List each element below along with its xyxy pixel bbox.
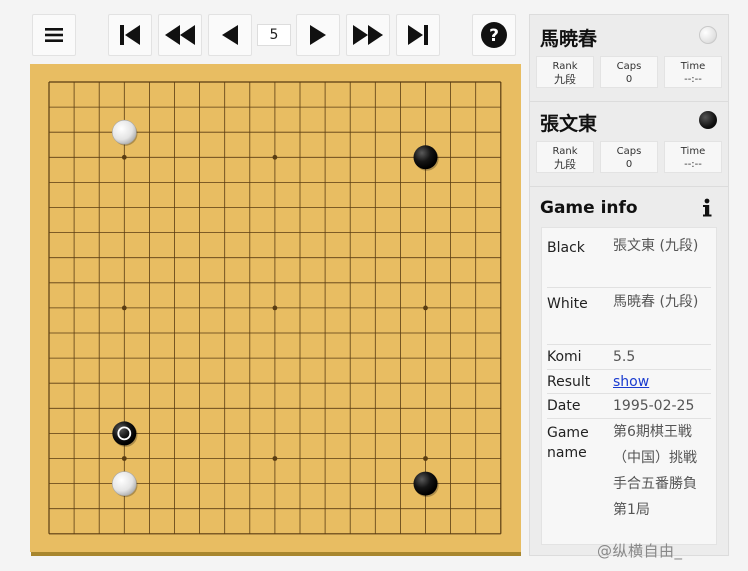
black-caps-value: 0 <box>625 159 633 170</box>
side-panel: 馬暁春 Rank 九段 Caps 0 Time --:-- 張文東 Rank 九… <box>529 14 729 556</box>
white-stone[interactable] <box>112 471 137 496</box>
black-player-name: 張文東 <box>540 113 598 135</box>
black-stone[interactable] <box>112 421 137 446</box>
black-time-box: Time --:-- <box>664 141 722 173</box>
white-rank-box: Rank 九段 <box>536 56 594 88</box>
info-value: 第6期棋王戦（中国）挑戦手合五番勝負第1局 <box>613 424 697 518</box>
black-stone[interactable] <box>413 145 438 170</box>
info-row-white: White 馬暁春 (九段) <box>547 288 711 345</box>
white-player-card: 馬暁春 Rank 九段 Caps 0 Time --:-- <box>530 15 728 102</box>
white-player-name: 馬暁春 <box>540 28 598 50</box>
white-time-box: Time --:-- <box>664 56 722 88</box>
info-row-result: Result show <box>547 370 711 394</box>
info-row-date: Date 1995-02-25 <box>547 394 711 419</box>
info-row-game-name: Game name 第6期棋王戦（中国）挑戦手合五番勝負第1局 <box>547 419 711 529</box>
star-point <box>423 305 428 311</box>
info-value: 馬暁春 (九段) <box>613 294 699 310</box>
info-row-komi: Komi 5.5 <box>547 345 711 370</box>
info-value: 1995-02-25 <box>613 398 695 414</box>
info-value: 5.5 <box>613 349 636 365</box>
caps-label: Caps <box>616 61 642 72</box>
white-stone-icon <box>699 26 717 44</box>
star-point <box>272 154 278 160</box>
white-stone[interactable] <box>112 119 137 145</box>
rank-label: Rank <box>552 146 578 157</box>
black-rank-value: 九段 <box>554 158 576 171</box>
star-point <box>121 154 127 160</box>
info-icon[interactable] <box>700 197 714 219</box>
white-time-value: --:-- <box>684 74 702 85</box>
white-rank-value: 九段 <box>554 73 576 86</box>
info-key: Result <box>547 374 591 390</box>
black-rank-box: Rank 九段 <box>536 141 594 173</box>
star-point <box>272 305 278 311</box>
star-point <box>423 456 428 461</box>
info-value: 張文東 (九段) <box>613 238 699 254</box>
black-stone[interactable] <box>413 471 438 496</box>
game-info-table: Black 張文東 (九段) White 馬暁春 (九段) Komi 5.5 R… <box>541 227 717 545</box>
white-caps-value: 0 <box>625 74 633 85</box>
black-player-card: 張文東 Rank 九段 Caps 0 Time --:-- <box>530 100 728 187</box>
info-key: Date <box>547 398 581 414</box>
time-label: Time <box>680 61 706 72</box>
time-label: Time <box>680 146 706 157</box>
info-row-black: Black 張文東 (九段) <box>547 232 711 288</box>
caps-label: Caps <box>616 146 642 157</box>
info-value: show <box>613 369 709 395</box>
info-key: Komi <box>547 349 582 365</box>
black-stone-icon <box>699 111 717 129</box>
star-point <box>121 456 127 461</box>
info-key: White <box>547 296 588 312</box>
black-caps-box: Caps 0 <box>600 141 658 173</box>
show-result-link[interactable]: show <box>613 374 649 390</box>
star-point <box>121 305 127 311</box>
black-time-value: --:-- <box>684 159 702 170</box>
star-point <box>272 456 278 461</box>
white-caps-box: Caps 0 <box>600 56 658 88</box>
game-info-title: Game info <box>540 198 638 218</box>
info-key: Black <box>547 240 585 256</box>
info-key: Game name <box>547 425 589 461</box>
rank-label: Rank <box>552 61 578 72</box>
watermark: @纵横自由_ <box>597 542 683 560</box>
